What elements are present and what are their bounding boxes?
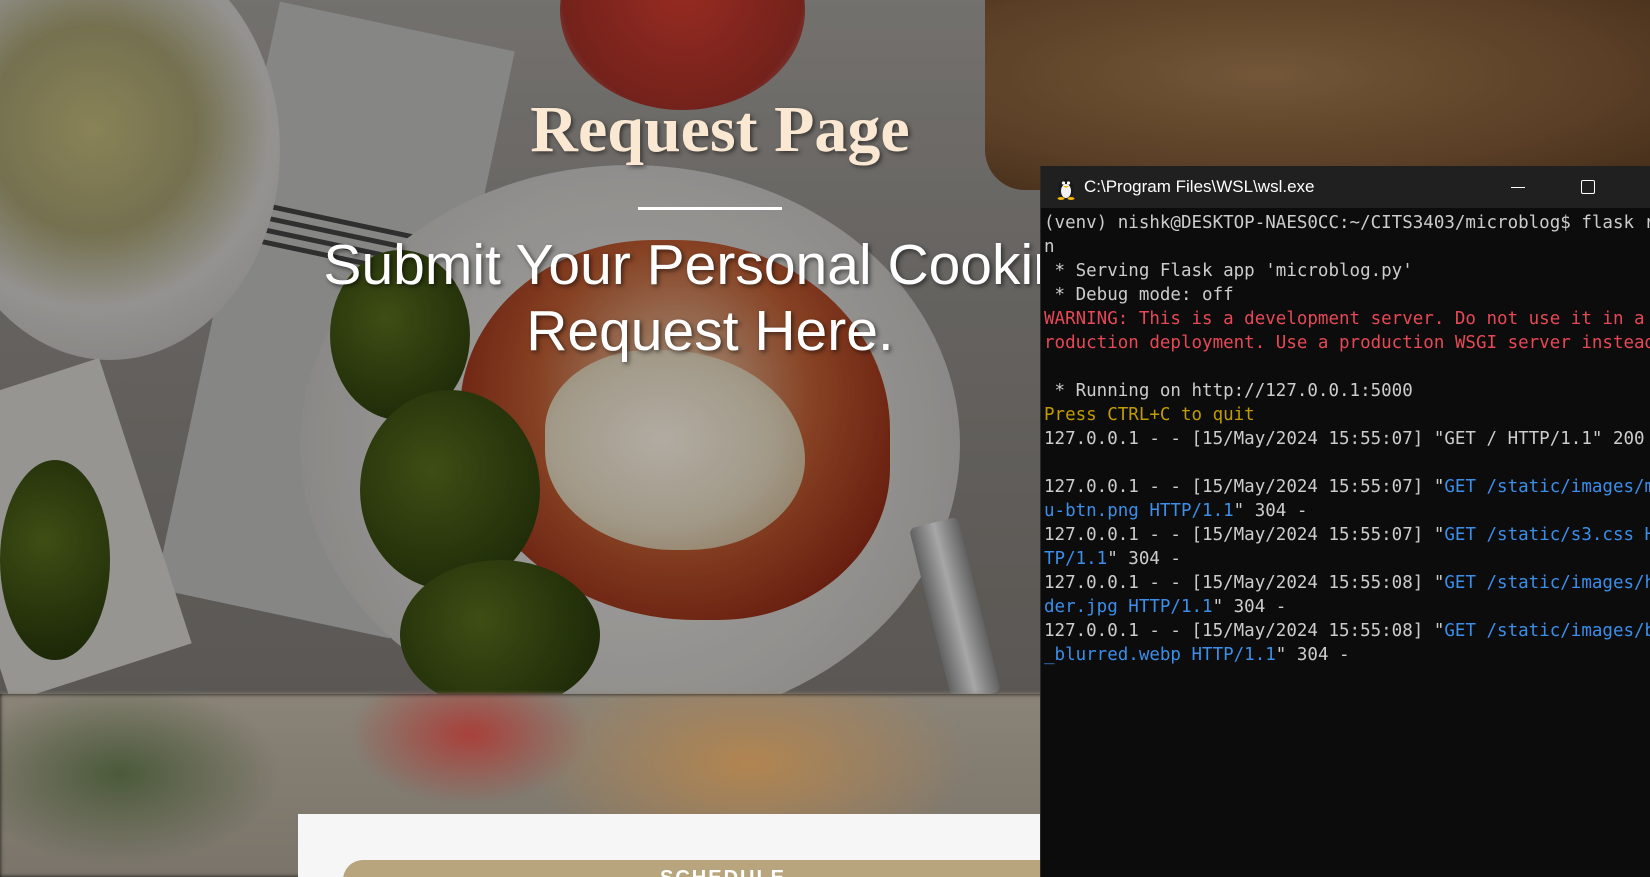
terminal-text-segment: GET /static/s3.css HT (1444, 525, 1650, 545)
terminal-text-segment: roduction deployment. Use a production W… (1044, 333, 1650, 353)
terminal-line: * Running on http://127.0.0.1:5000 (1044, 379, 1650, 403)
terminal-text-segment: Press CTRL+C to quit (1044, 405, 1255, 425)
terminal-line: der.jpg HTTP/1.1" 304 - (1044, 595, 1650, 619)
terminal-text-segment: (venv) nishk@DESKTOP-NAES0CC:~/CITS3403/… (1044, 213, 1650, 233)
terminal-text-segment: * Running on http://127.0.0.1:5000 (1044, 381, 1413, 401)
terminal-line: TP/1.1" 304 - (1044, 547, 1650, 571)
terminal-line: WARNING: This is a development server. D… (1044, 307, 1650, 331)
terminal-text-segment: " 304 - (1107, 549, 1181, 569)
terminal-text-segment: TP/1.1 (1044, 549, 1108, 569)
maximize-icon (1581, 180, 1595, 194)
terminal-text-segment: 127.0.0.1 - - [15/May/2024 15:55:08] " (1044, 621, 1445, 641)
terminal-text-segment: u-btn.png HTTP/1.1 (1044, 501, 1234, 521)
terminal-line: * Debug mode: off (1044, 283, 1650, 307)
terminal-line: 127.0.0.1 - - [15/May/2024 15:55:07] "GE… (1044, 427, 1650, 451)
terminal-line: 127.0.0.1 - - [15/May/2024 15:55:08] "GE… (1044, 619, 1650, 643)
page-title: Request Page (530, 93, 910, 166)
title-divider (638, 207, 782, 210)
terminal-text-segment: n (1044, 237, 1055, 257)
terminal-line: n (1044, 235, 1650, 259)
terminal-text-segment: * Serving Flask app 'microblog.py' (1044, 261, 1413, 281)
terminal-text-segment: 127.0.0.1 - - [15/May/2024 15:55:07] " (1044, 525, 1445, 545)
terminal-text-segment: 127.0.0.1 - - [15/May/2024 15:55:07] " (1044, 477, 1445, 497)
minimize-icon (1511, 186, 1525, 188)
terminal-text-segment: " 304 - (1233, 501, 1308, 521)
terminal-text-segment: 127.0.0.1 - - [15/May/2024 15:55:08] " (1044, 573, 1445, 593)
maximize-button[interactable] (1553, 166, 1623, 208)
terminal-line: 127.0.0.1 - - [15/May/2024 15:55:07] "GE… (1044, 475, 1650, 499)
terminal-line: 127.0.0.1 - - [15/May/2024 15:55:08] "GE… (1044, 571, 1650, 595)
page-subtitle: Submit Your Personal Cooking Request Her… (323, 233, 1097, 363)
terminal-output[interactable]: (venv) nishk@DESKTOP-NAES0CC:~/CITS3403/… (1044, 211, 1650, 667)
terminal-text-segment: 127.0.0.1 - - [15/May/2024 15:55:07] "GE… (1044, 429, 1650, 449)
terminal-text-segment: GET /static/images/men (1444, 477, 1650, 497)
terminal-text-segment: * Debug mode: off (1044, 285, 1234, 305)
linux-tux-icon (1057, 179, 1075, 200)
terminal-line: roduction deployment. Use a production W… (1044, 331, 1650, 355)
terminal-line: Press CTRL+C to quit (1044, 403, 1650, 427)
schedule-button-label: SCHEDULE (660, 867, 786, 877)
terminal-text-segment: GET /static/images/bg (1444, 621, 1650, 641)
terminal-line: 127.0.0.1 - - [15/May/2024 15:55:07] "GE… (1044, 523, 1650, 547)
terminal-text-segment: _blurred.webp HTTP/1.1 (1044, 645, 1276, 665)
terminal-text-segment: " 304 - (1275, 645, 1350, 665)
terminal-text-segment: der.jpg HTTP/1.1 (1044, 597, 1213, 617)
terminal-text-segment: WARNING: This is a development server. D… (1044, 309, 1650, 329)
terminal-window-title: C:\Program Files\WSL\wsl.exe (1084, 177, 1315, 196)
terminal-text-segment: GET /static/images/hea (1444, 573, 1650, 593)
terminal-window[interactable]: C:\Program Files\WSL\wsl.exe (venv) nish… (1040, 166, 1650, 877)
terminal-titlebar[interactable]: C:\Program Files\WSL\wsl.exe (1041, 166, 1650, 208)
terminal-line: u-btn.png HTTP/1.1" 304 - (1044, 499, 1650, 523)
minimize-button[interactable] (1483, 166, 1553, 208)
terminal-line: (venv) nishk@DESKTOP-NAES0CC:~/CITS3403/… (1044, 211, 1650, 235)
terminal-line: * Serving Flask app 'microblog.py' (1044, 259, 1650, 283)
terminal-text-segment: " 304 - (1212, 597, 1287, 617)
terminal-line: _blurred.webp HTTP/1.1" 304 - (1044, 643, 1650, 667)
